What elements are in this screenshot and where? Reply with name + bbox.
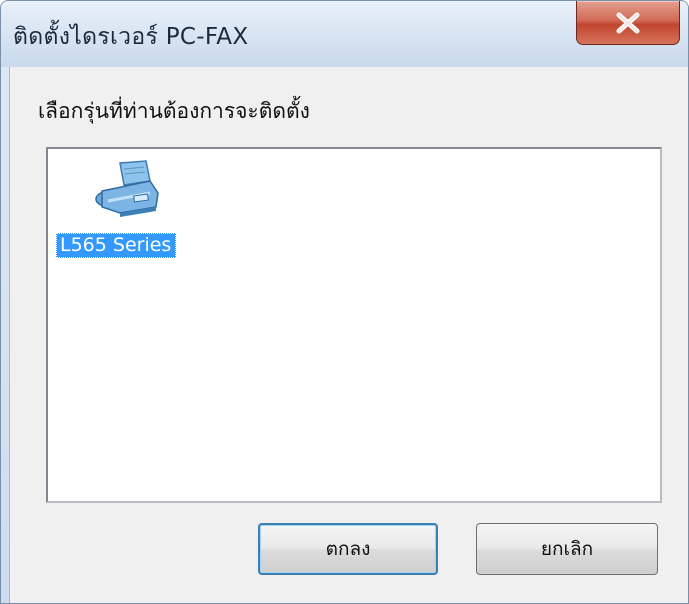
window-title: ติดตั้งไดรเวอร์ PC-FAX <box>13 24 249 50</box>
select-model-prompt: เลือกรุ่นที่ท่านต้องการจะติดตั้ง <box>38 99 310 123</box>
fax-printer-icon <box>90 159 164 221</box>
close-button[interactable] <box>576 1 680 45</box>
cancel-button[interactable]: ยกเลิก <box>476 523 658 575</box>
model-list[interactable]: L565 Series <box>46 147 662 503</box>
pcfax-driver-dialog: ติดตั้งไดรเวอร์ PC-FAX เลือกรุ่นที่ท่านต… <box>0 0 689 604</box>
close-icon <box>615 12 641 34</box>
dialog-body: เลือกรุ่นที่ท่านต้องการจะติดตั้ง L565 Se… <box>9 67 688 603</box>
ok-button[interactable]: ตกลง <box>258 523 438 575</box>
list-item-l565-series[interactable]: L565 Series <box>56 155 206 267</box>
model-label: L565 Series <box>56 233 177 258</box>
title-bar[interactable]: ติดตั้งไดรเวอร์ PC-FAX <box>1 1 688 67</box>
